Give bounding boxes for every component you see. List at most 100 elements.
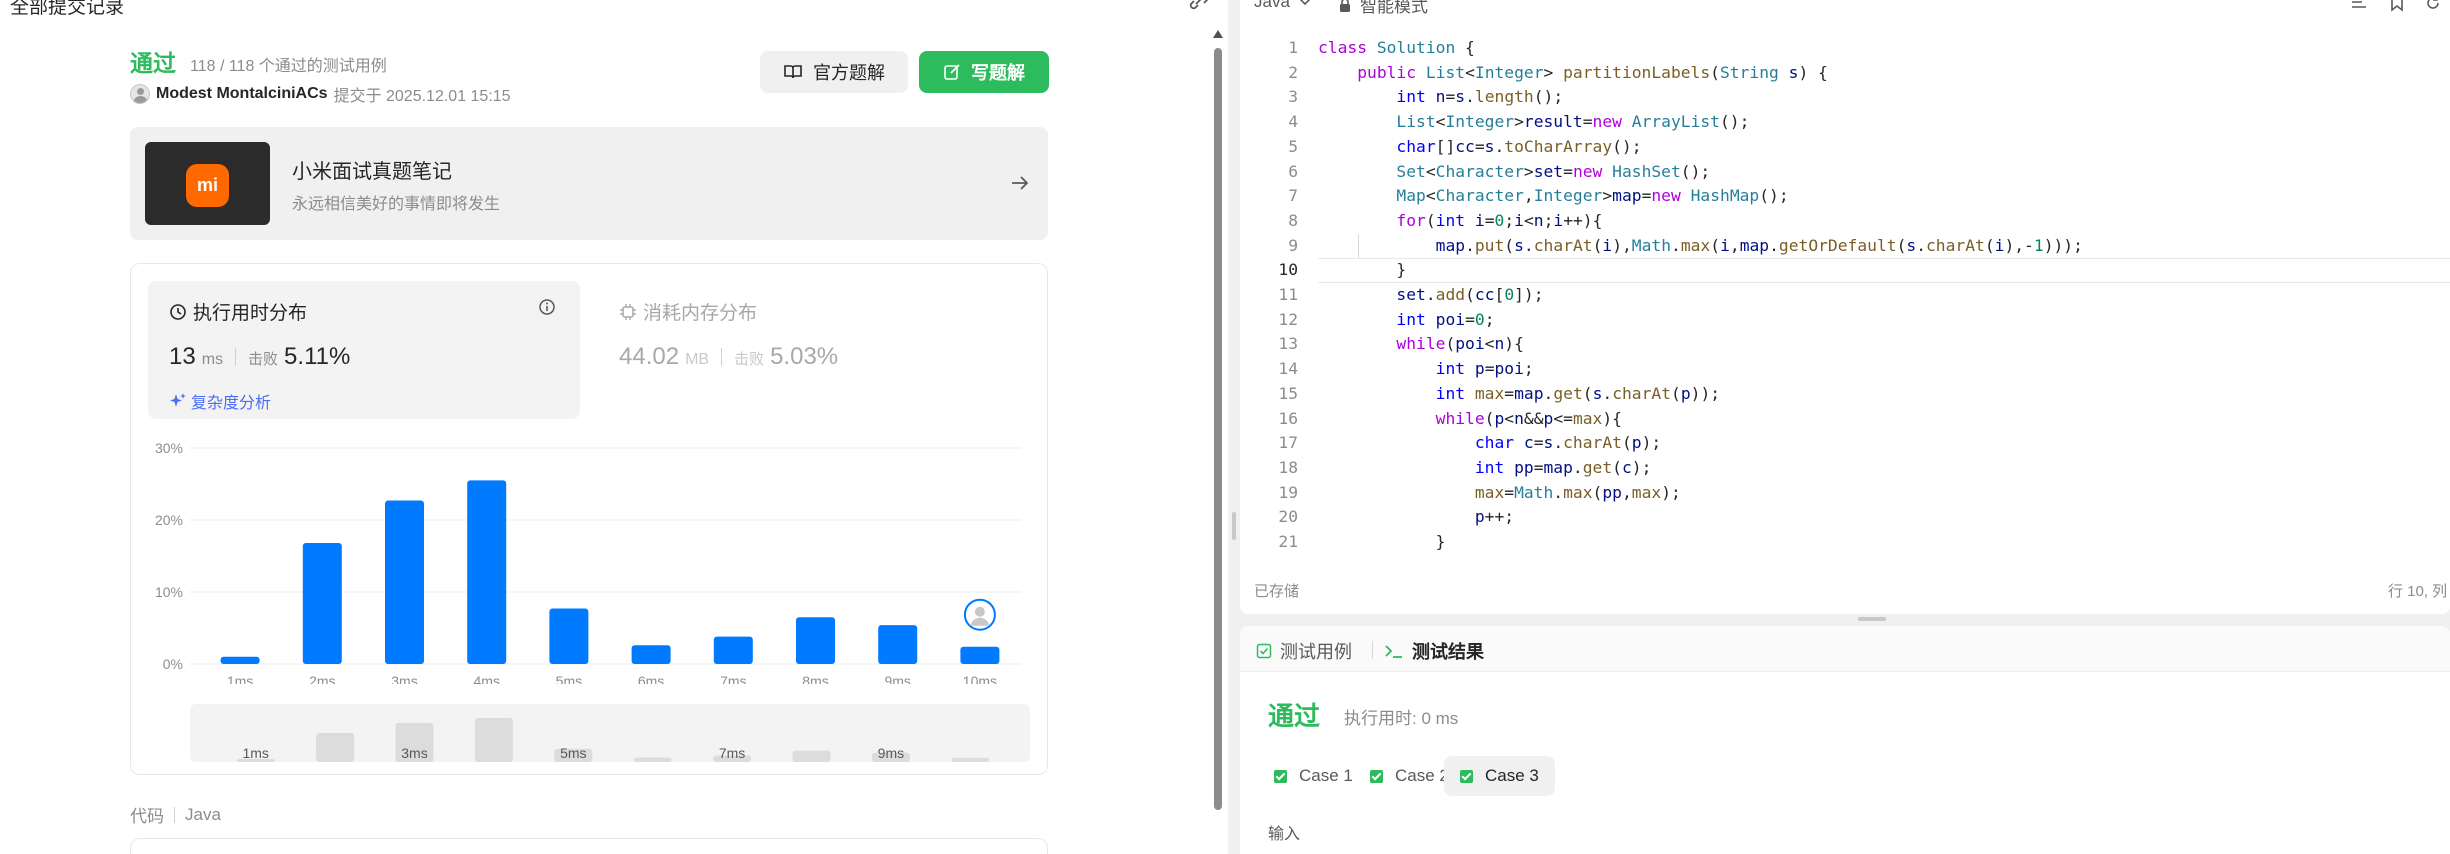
official-solution-button[interactable]: 官方题解 (760, 51, 908, 93)
scrollbar-thumb[interactable] (1214, 48, 1222, 810)
x-tick-label: 4ms (473, 673, 499, 684)
code-line[interactable]: 1 class Solution { (1240, 36, 2450, 61)
overview-label: 1ms (242, 745, 268, 761)
terminal-icon (1385, 645, 1402, 658)
vertical-resize-handle[interactable] (1232, 512, 1236, 540)
line-number: 9 (1288, 235, 1298, 255)
test-tab-bar: 测试用例 测试结果 (1240, 626, 2450, 672)
chart-overview-scroller[interactable]: 1ms 3ms 5ms 7ms 9ms (190, 704, 1030, 762)
scroll-up-arrow-icon[interactable] (1213, 30, 1223, 38)
code-line[interactable]: 16 while(p<n&&p<=max){ (1240, 407, 2450, 432)
code-line[interactable]: 21 } (1240, 530, 2450, 554)
author-line: Modest MontalciniACs 提交于 2025.12.01 15:1… (130, 82, 511, 106)
performance-card: 执行用时分布 13 ms 击败 5.11% 复杂度分析 消耗内存分布 44.02… (130, 263, 1048, 775)
code-line[interactable]: 18 int pp=map.get(c); (1240, 456, 2450, 481)
line-number: 7 (1288, 186, 1298, 206)
code-text: char c=s.charAt(p); (1474, 433, 1662, 453)
code-line[interactable]: 7 Map<Character,Integer>map=new HashMap(… (1240, 184, 2450, 209)
code-line[interactable]: 10 } (1240, 258, 2450, 284)
code-line[interactable]: 15 int max=map.get(s.charAt(p)); (1240, 382, 2450, 407)
line-number: 18 (1278, 457, 1298, 477)
chart-bar (467, 480, 507, 664)
code-line[interactable]: 4 List<Integer>result=new ArrayList(); (1240, 110, 2450, 135)
tab-test-results[interactable]: 测试结果 (1384, 638, 1484, 664)
divider (174, 806, 175, 823)
code-text: max=Math.max(pp,max); (1474, 482, 1681, 502)
code-text: int n=s.length(); (1396, 87, 1564, 107)
case-label: Case 2 (1395, 766, 1449, 785)
reset-icon[interactable] (2424, 0, 2442, 12)
divider (721, 348, 723, 366)
page-heading: 全部提交记录 (10, 0, 125, 18)
overview-bar (792, 750, 831, 762)
code-line[interactable]: 13 while(poi<n){ (1240, 332, 2450, 357)
x-tick-label: 2ms (309, 673, 335, 684)
code-area[interactable]: 1 class Solution {2 public List<Integer> … (1240, 36, 2450, 554)
promo-banner[interactable]: mi 小米面试真题笔记 永远相信美好的事情即将发生 (130, 127, 1048, 240)
code-text: for(int i=0;i<n;i++){ (1396, 210, 1603, 230)
code-line[interactable]: 14 int p=poi; (1240, 357, 2450, 382)
test-runtime: 执行用时: 0 ms (1344, 709, 1459, 728)
code-text: char[]cc=s.toCharArray(); (1396, 136, 1642, 156)
horizontal-resize-handle[interactable] (1858, 617, 1886, 621)
code-text: set.add(cc[0]); (1396, 285, 1544, 304)
line-number: 13 (1278, 334, 1298, 354)
author-name[interactable]: Modest MontalciniACs (156, 85, 328, 103)
bookmark-icon[interactable] (2388, 0, 2406, 12)
case-label: Case 3 (1485, 766, 1539, 785)
code-text: p++; (1474, 507, 1515, 527)
promo-image: mi (145, 142, 270, 225)
code-line[interactable]: 9 map.put(s.charAt(i),Math.max(i,map.get… (1240, 234, 2450, 259)
submit-time: 提交于 2025.12.01 15:15 (333, 88, 511, 105)
info-icon[interactable] (538, 298, 556, 316)
case-tab-3[interactable]: Case 3 (1444, 756, 1555, 796)
memory-beat-value: 5.03% (770, 343, 839, 370)
code-card (130, 838, 1048, 854)
code-line[interactable]: 11 set.add(cc[0]); (1240, 283, 2450, 308)
memory-number: 44.02 (619, 343, 680, 370)
code-editor[interactable]: Java 智能模式 1 class Solution {2 public List… (1240, 0, 2450, 614)
book-icon (783, 64, 803, 80)
x-tick-label: 1ms (227, 673, 253, 684)
code-line[interactable]: 8 for(int i=0;i<n;i++){ (1240, 209, 2450, 234)
overview-bar (633, 757, 672, 762)
format-icon[interactable] (2350, 0, 2370, 10)
overview-chart[interactable]: 1ms 3ms 5ms 7ms 9ms (190, 704, 1030, 762)
code-line[interactable]: 5 char[]cc=s.toCharArray(); (1240, 135, 2450, 160)
arrow-right-icon[interactable] (1008, 171, 1032, 195)
code-text: List<Integer>result=new ArrayList(); (1396, 112, 1750, 132)
overview-label: 3ms (401, 745, 427, 761)
avatar-icon[interactable] (130, 84, 150, 104)
chip-icon (620, 303, 636, 320)
code-label: 代码 (130, 807, 164, 826)
line-number: 6 (1288, 161, 1298, 181)
xiaomi-logo-icon: mi (186, 164, 229, 207)
complexity-analysis-link[interactable]: 复杂度分析 (169, 389, 271, 413)
code-line[interactable]: 6 Set<Character>set=new HashSet(); (1240, 160, 2450, 185)
code-line[interactable]: 20 p++; (1240, 505, 2450, 530)
write-solution-button[interactable]: 写题解 (919, 51, 1049, 93)
link-icon[interactable] (1186, 0, 1212, 12)
test-result-status: 通过 (1268, 701, 1321, 731)
input-label: 输入 (1268, 826, 1301, 843)
memory-title[interactable]: 消耗内存分布 (619, 298, 757, 325)
runtime-box[interactable]: 执行用时分布 13 ms 击败 5.11% 复杂度分析 (148, 281, 580, 419)
line-number: 11 (1278, 285, 1298, 304)
runtime-distribution-chart[interactable]: 0% 10% 20% 30% 1ms 2ms 3ms 4ms 5ms 6ms 7ms 8ms 9ms 10… (131, 424, 1047, 684)
chart-bar (796, 617, 835, 664)
code-line[interactable]: 17 char c=s.charAt(p); (1240, 431, 2450, 456)
line-number: 4 (1288, 112, 1298, 132)
language-selector[interactable]: Java (1254, 0, 1312, 12)
code-text: int pp=map.get(c); (1474, 457, 1652, 477)
code-line[interactable]: 2 public List<Integer> partitionLabels(S… (1240, 61, 2450, 86)
smart-mode-toggle[interactable]: 智能模式 (1338, 0, 1428, 17)
case-tab-1[interactable]: Case 1 (1258, 756, 1369, 796)
runtime-title: 执行用时分布 (169, 298, 307, 325)
code-line[interactable]: 19 max=Math.max(pp,max); (1240, 481, 2450, 506)
code-text: int max=map.get(s.charAt(p)); (1435, 383, 1721, 403)
tab-test-cases[interactable]: 测试用例 (1256, 638, 1352, 664)
code-line[interactable]: 12 int poi=0; (1240, 308, 2450, 333)
lock-icon (1340, 0, 1350, 12)
memory-unit: MB (685, 351, 710, 368)
code-line[interactable]: 3 int n=s.length(); (1240, 85, 2450, 110)
